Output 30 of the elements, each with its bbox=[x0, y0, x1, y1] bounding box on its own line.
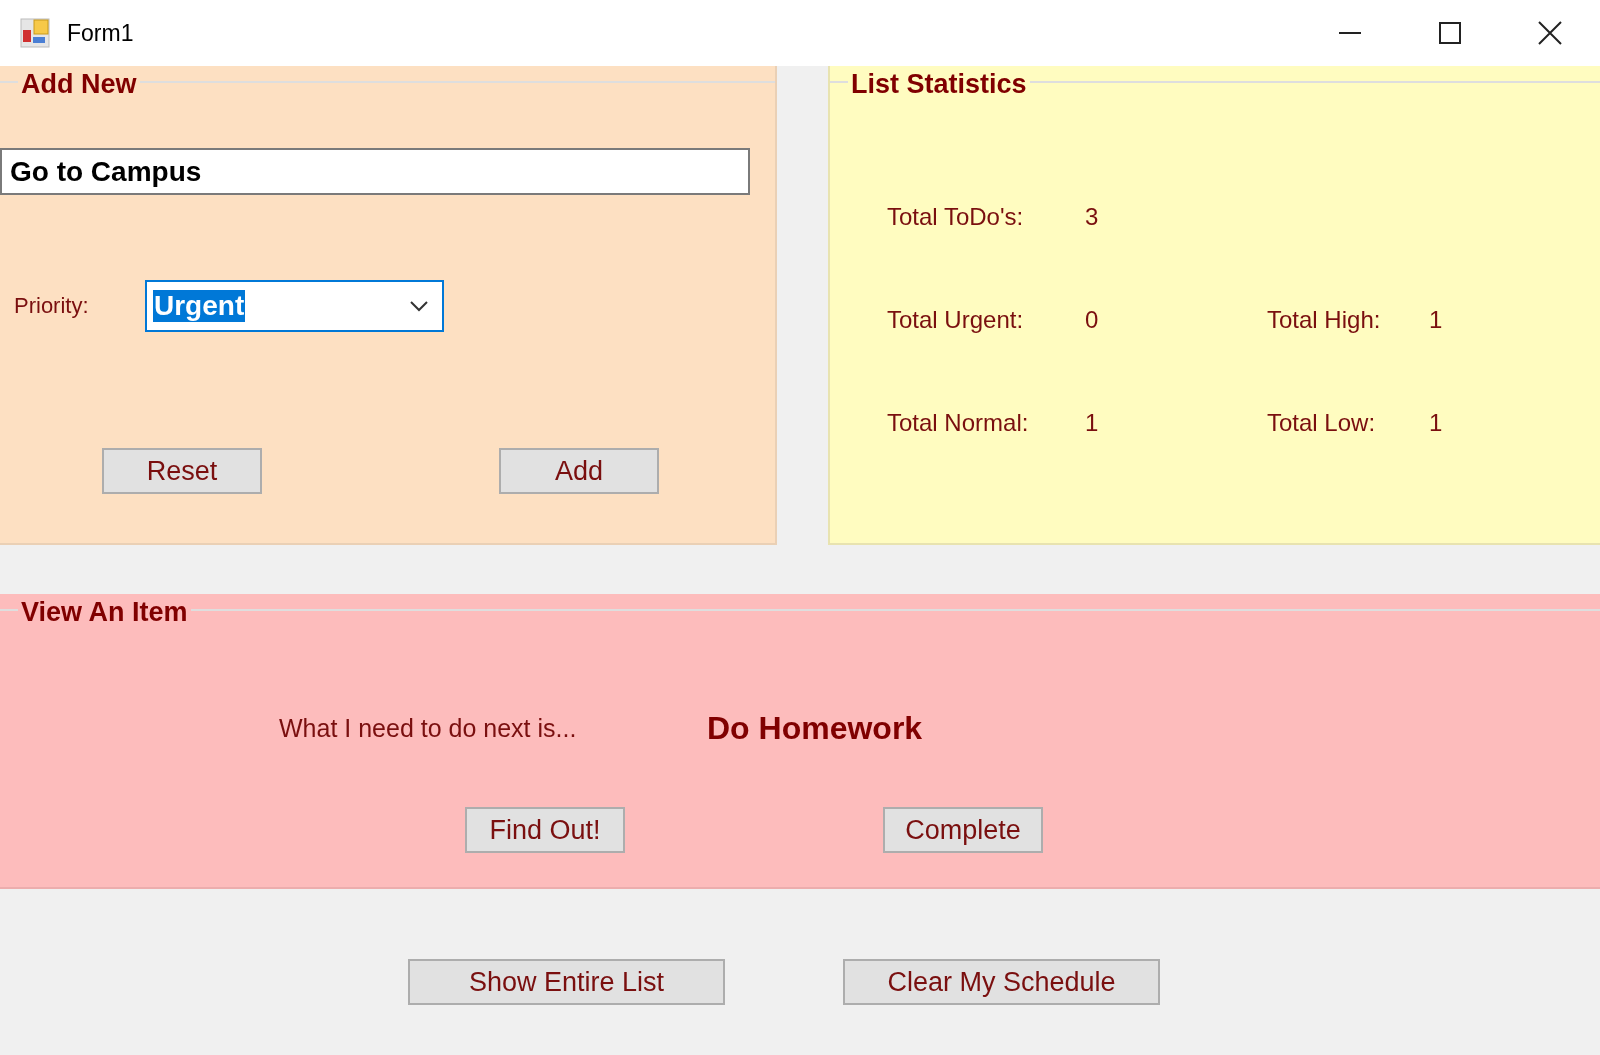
stat-value: 1 bbox=[1429, 305, 1444, 334]
stat-value: 1 bbox=[1429, 408, 1444, 437]
task-input-field[interactable]: Go to Campus bbox=[0, 148, 750, 195]
priority-label: Priority: bbox=[14, 293, 90, 319]
maximize-icon bbox=[1437, 20, 1463, 46]
group-title: Add New bbox=[20, 67, 138, 100]
minimize-icon bbox=[1337, 32, 1363, 34]
reset-button[interactable]: Reset bbox=[102, 448, 262, 494]
stat-value: 1 bbox=[1085, 408, 1100, 437]
close-icon bbox=[1537, 20, 1563, 46]
group-title: List Statistics bbox=[850, 67, 1028, 100]
stat-label: Total Normal: bbox=[887, 408, 1030, 437]
window-title: Form1 bbox=[67, 19, 134, 47]
stat-label: Total Urgent: bbox=[887, 305, 1025, 334]
complete-button[interactable]: Complete bbox=[883, 807, 1043, 853]
stat-label: Total ToDo's: bbox=[887, 202, 1025, 231]
app-icon bbox=[20, 18, 50, 48]
find-out-button[interactable]: Find Out! bbox=[465, 807, 625, 853]
group-title: View An Item bbox=[20, 595, 189, 628]
next-item-text: Do Homework bbox=[707, 709, 923, 747]
prompt-text: What I need to do next is... bbox=[279, 713, 578, 743]
clear-schedule-button[interactable]: Clear My Schedule bbox=[843, 959, 1160, 1005]
stat-label: Total High: bbox=[1267, 305, 1382, 334]
stat-label: Total Low: bbox=[1267, 408, 1377, 437]
stat-value: 0 bbox=[1085, 305, 1100, 334]
add-button[interactable]: Add bbox=[499, 448, 659, 494]
show-list-button[interactable]: Show Entire List bbox=[408, 959, 725, 1005]
stat-value: 3 bbox=[1085, 202, 1100, 231]
priority-dropdown[interactable]: Urgent bbox=[145, 280, 444, 332]
chevron-down-icon bbox=[408, 299, 430, 313]
